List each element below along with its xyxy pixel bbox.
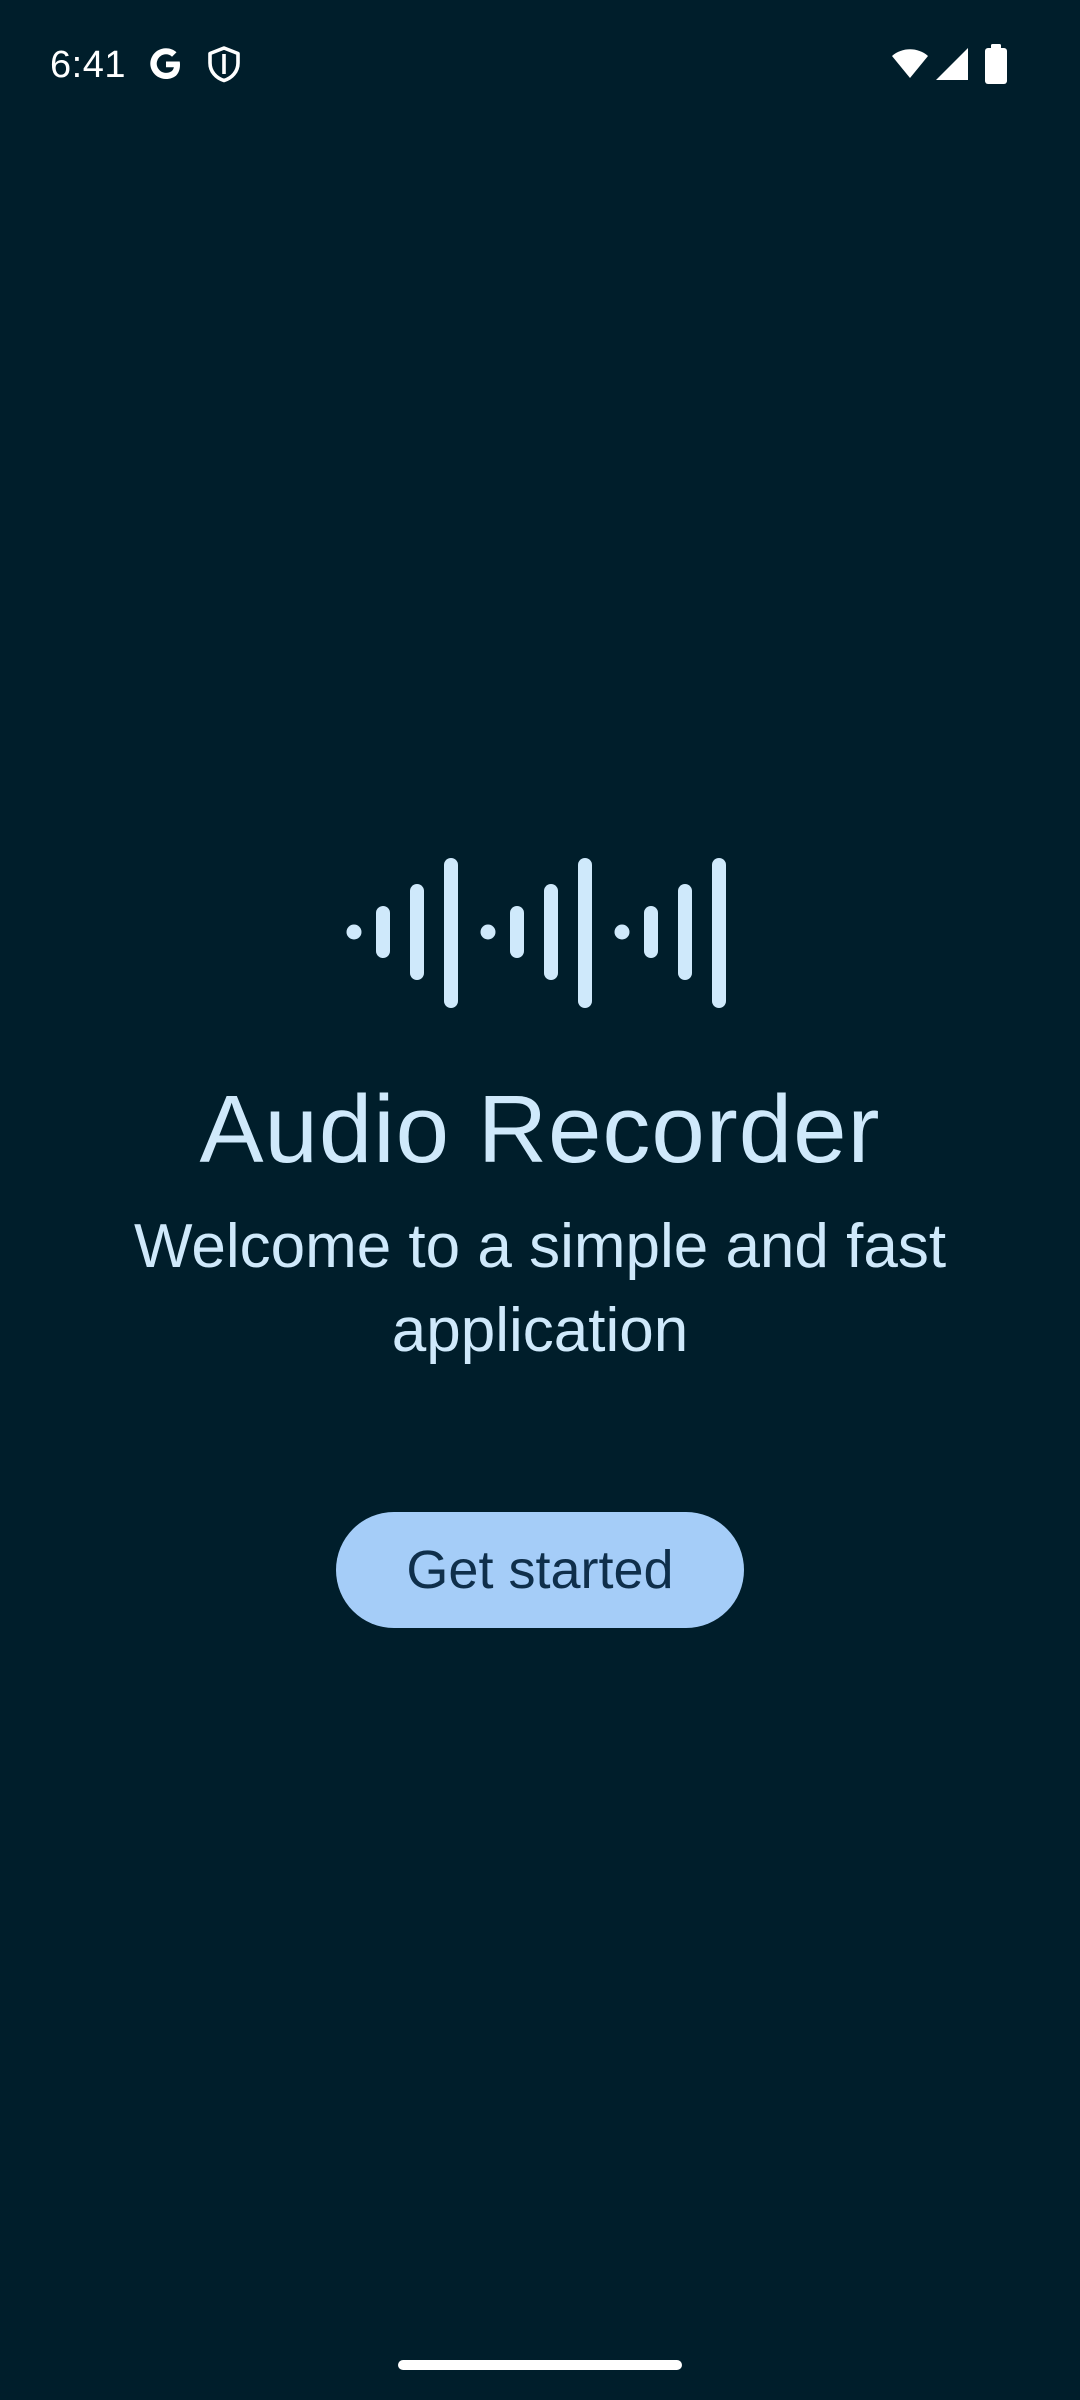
get-started-button[interactable]: Get started [336,1512,744,1628]
battery-icon [985,44,1007,84]
status-bar: 6:41 [0,0,1080,130]
wifi-icon [892,49,928,78]
app-title: Audio Recorder [199,1076,881,1183]
welcome-subtitle: Welcome to a simple and fast application [133,1212,947,1365]
cell-signal-icon [936,48,968,80]
shield-icon [208,46,240,83]
home-indicator[interactable] [398,2360,682,2370]
google-g-icon [150,48,180,79]
sound-wave-icon [346,858,726,1008]
app-logo [0,850,1080,1010]
status-time: 6:41 [50,44,126,86]
